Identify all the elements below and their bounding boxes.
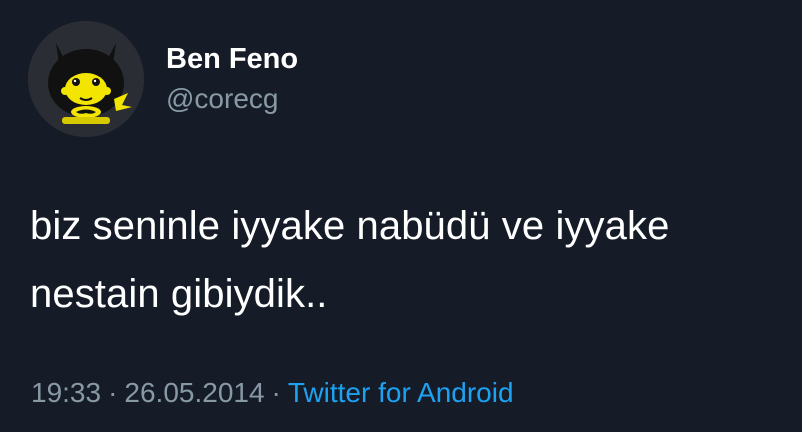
tweet-metadata: 19:33 · 26.05.2014 · Twitter for Android — [31, 376, 514, 410]
user-handle[interactable]: @corecg — [166, 82, 278, 116]
tweet-text: biz seninle iyyake nabüdü ve iyyake nest… — [30, 192, 790, 328]
tweet-date[interactable]: 26.05.2014 — [124, 377, 264, 408]
tweet-text-line: biz seninle iyyake nabüdü ve iyyake — [30, 204, 670, 248]
tweet-card: Ben Feno @corecg biz seninle iyyake nabü… — [0, 0, 802, 432]
display-name[interactable]: Ben Feno — [166, 42, 298, 76]
avatar[interactable] — [28, 21, 144, 137]
tweet-time[interactable]: 19:33 — [31, 377, 101, 408]
tweet-source-link[interactable]: Twitter for Android — [288, 377, 514, 408]
tweet-text-line: nestain gibiydik.. — [30, 272, 328, 316]
meta-separator: · — [271, 377, 281, 408]
pikachu-batman-avatar-icon — [28, 21, 144, 137]
meta-separator: · — [108, 377, 118, 408]
